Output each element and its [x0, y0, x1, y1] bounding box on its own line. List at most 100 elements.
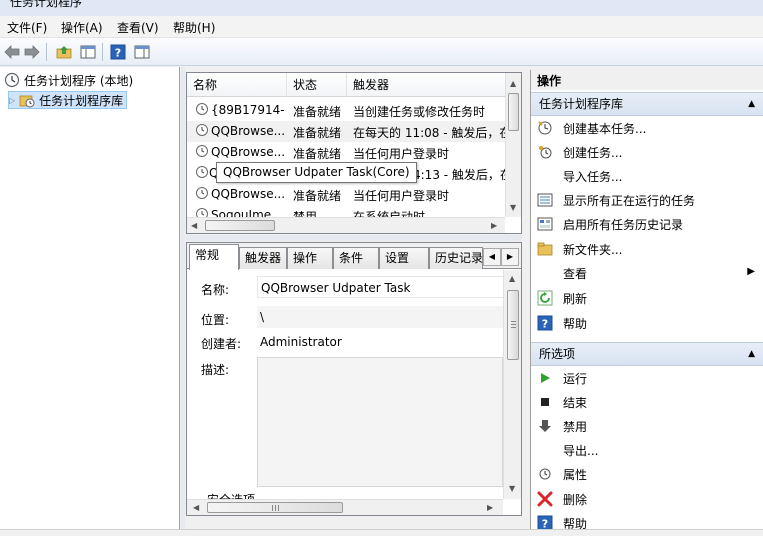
action-import-task[interactable]: 导入任务... [531, 165, 763, 187]
task-list-hscrollbar[interactable]: ◀ ▶ [187, 217, 505, 233]
scroll-right-icon[interactable]: ▶ [487, 503, 493, 512]
scroll-thumb[interactable] [508, 93, 519, 131]
section-selected-item[interactable]: 所选项 ▲ [531, 342, 763, 366]
scroll-up-icon[interactable]: ▲ [509, 274, 515, 283]
action-end[interactable]: 结束 [531, 391, 763, 413]
table-row[interactable]: QQBrowse... 准备就绪 当任何用户登录时 [187, 184, 505, 205]
menu-action[interactable]: 操作(A) [61, 19, 103, 36]
help-icon: ? [537, 315, 553, 331]
description-field[interactable] [257, 357, 503, 487]
svg-text:?: ? [542, 318, 548, 331]
action-disable[interactable]: 禁用 [531, 415, 763, 437]
menu-bar: 文件(F) 操作(A) 查看(V) 帮助(H) [0, 16, 763, 38]
disable-icon [537, 418, 553, 434]
task-clock-icon [195, 165, 209, 182]
vertical-splitter[interactable] [181, 67, 185, 529]
svg-text:?: ? [115, 47, 121, 60]
delete-icon [537, 491, 553, 507]
status-bar [0, 529, 763, 536]
action-run[interactable]: 运行 [531, 367, 763, 389]
clock-icon [4, 72, 20, 88]
location-label: 位置: [201, 313, 230, 327]
tab-scroll-left-icon[interactable]: ◀ [483, 248, 501, 266]
menu-file[interactable]: 文件(F) [7, 19, 47, 36]
action-create-basic-task[interactable]: 创建基本任务... [531, 117, 763, 139]
action-refresh[interactable]: 刷新 [531, 287, 763, 309]
author-label: 创建者: [201, 337, 242, 351]
table-row[interactable]: QQBrowse... 准备就绪 在每天的 11:08 - 触发后，在 [187, 121, 505, 142]
task-list-vscrollbar[interactable]: ▲ ▼ [505, 73, 521, 217]
name-label: 名称: [201, 283, 230, 297]
up-folder-icon[interactable] [54, 42, 74, 62]
menu-view[interactable]: 查看(V) [117, 19, 159, 36]
column-trigger[interactable]: 触发器 [347, 73, 507, 97]
forward-icon[interactable] [22, 42, 42, 62]
table-row[interactable]: QQBrowse... 准备就绪 当任何用户登录时 [187, 142, 505, 163]
task-clock-icon [195, 186, 209, 203]
action-create-task[interactable]: 创建任务... [531, 141, 763, 163]
tab-conditions[interactable]: 条件 [333, 247, 379, 269]
task-clock-icon [195, 144, 209, 161]
action-help[interactable]: ? 帮助 [531, 312, 763, 334]
details-vscrollbar[interactable]: ▲ ▼ [503, 270, 521, 499]
folder-clock-icon [19, 92, 35, 108]
tab-scroll-right-icon[interactable]: ▶ [501, 248, 519, 266]
scroll-thumb[interactable] [207, 502, 343, 513]
action-new-folder[interactable]: 新文件夹... [531, 238, 763, 260]
tab-general[interactable]: 常规 [189, 244, 239, 270]
navigation-tree: 任务计划程序 (本地) ▷ 任务计划程序库 [0, 67, 180, 529]
running-tasks-icon [537, 192, 553, 208]
expand-arrow-icon[interactable]: ▷ [9, 96, 15, 105]
table-row[interactable]: {89B17914-... 准备就绪 当创建任务或修改任务时 [187, 100, 505, 121]
column-status[interactable]: 状态 [287, 73, 347, 97]
author-field[interactable]: Administrator [257, 331, 507, 353]
show-hide-tree-icon[interactable] [78, 42, 98, 62]
scroll-down-icon[interactable]: ▼ [510, 203, 516, 212]
action-view[interactable]: 查看 ▶ [531, 262, 763, 284]
name-field[interactable]: QQBrowser Udpater Task [257, 276, 507, 298]
horizontal-splitter[interactable] [186, 235, 522, 241]
run-icon [537, 370, 553, 386]
task-list: 名称 状态 触发器 {89B17914-... 准备就绪 当创建任务或修改任务时… [186, 72, 522, 234]
tree-item-library[interactable]: ▷ 任务计划程序库 [8, 91, 128, 109]
tab-history[interactable]: 历史记录 [429, 247, 483, 269]
section-task-library[interactable]: 任务计划程序库 ▲ [531, 92, 763, 116]
scroll-left-icon[interactable]: ◀ [193, 503, 199, 512]
details-hscrollbar[interactable]: ◀ ▶ [187, 499, 503, 515]
tab-actions[interactable]: 操作 [287, 247, 333, 269]
collapse-icon[interactable]: ▲ [748, 343, 755, 365]
submenu-arrow-icon: ▶ [747, 266, 755, 277]
scroll-thumb[interactable] [205, 220, 275, 231]
location-field[interactable]: \ [257, 306, 507, 328]
scroll-up-icon[interactable]: ▲ [510, 79, 516, 88]
actions-pane-title: 操作 [531, 70, 763, 90]
toolbar: ? [0, 38, 763, 66]
tab-triggers[interactable]: 触发器 [239, 247, 287, 269]
new-folder-icon [537, 241, 553, 257]
task-clock-icon [195, 123, 209, 140]
help-icon[interactable]: ? [108, 42, 128, 62]
action-show-running-tasks[interactable]: 显示所有正在运行的任务 [531, 189, 763, 211]
tree-library-label: 任务计划程序库 [39, 93, 124, 108]
tree-root[interactable]: 任务计划程序 (本地) [4, 71, 133, 89]
menu-help[interactable]: 帮助(H) [173, 19, 215, 36]
collapse-icon[interactable]: ▲ [748, 93, 755, 115]
scroll-left-icon[interactable]: ◀ [191, 221, 197, 230]
create-basic-task-icon [537, 120, 553, 136]
column-name[interactable]: 名称 [187, 73, 287, 97]
back-icon[interactable] [2, 42, 22, 62]
tree-root-label: 任务计划程序 (本地) [24, 73, 134, 88]
scroll-down-icon[interactable]: ▼ [509, 484, 515, 493]
action-enable-history[interactable]: 启用所有任务历史记录 [531, 213, 763, 235]
scroll-right-icon[interactable]: ▶ [491, 221, 497, 230]
watermark-blur [590, 455, 760, 525]
tab-settings[interactable]: 设置 [379, 247, 429, 269]
stop-icon [537, 394, 553, 410]
show-hide-action-pane-icon[interactable] [132, 42, 152, 62]
refresh-icon [537, 290, 553, 306]
task-details: 常规 触发器 操作 条件 设置 历史记录 ◀ ▶ 名称: QQBrowser U… [186, 242, 522, 516]
scroll-thumb[interactable] [507, 290, 519, 360]
detail-tabs: 常规 触发器 操作 条件 设置 历史记录 ◀ ▶ [187, 243, 521, 270]
window-title: 任务计划程序 [10, 0, 83, 9]
task-clock-icon [195, 102, 209, 119]
